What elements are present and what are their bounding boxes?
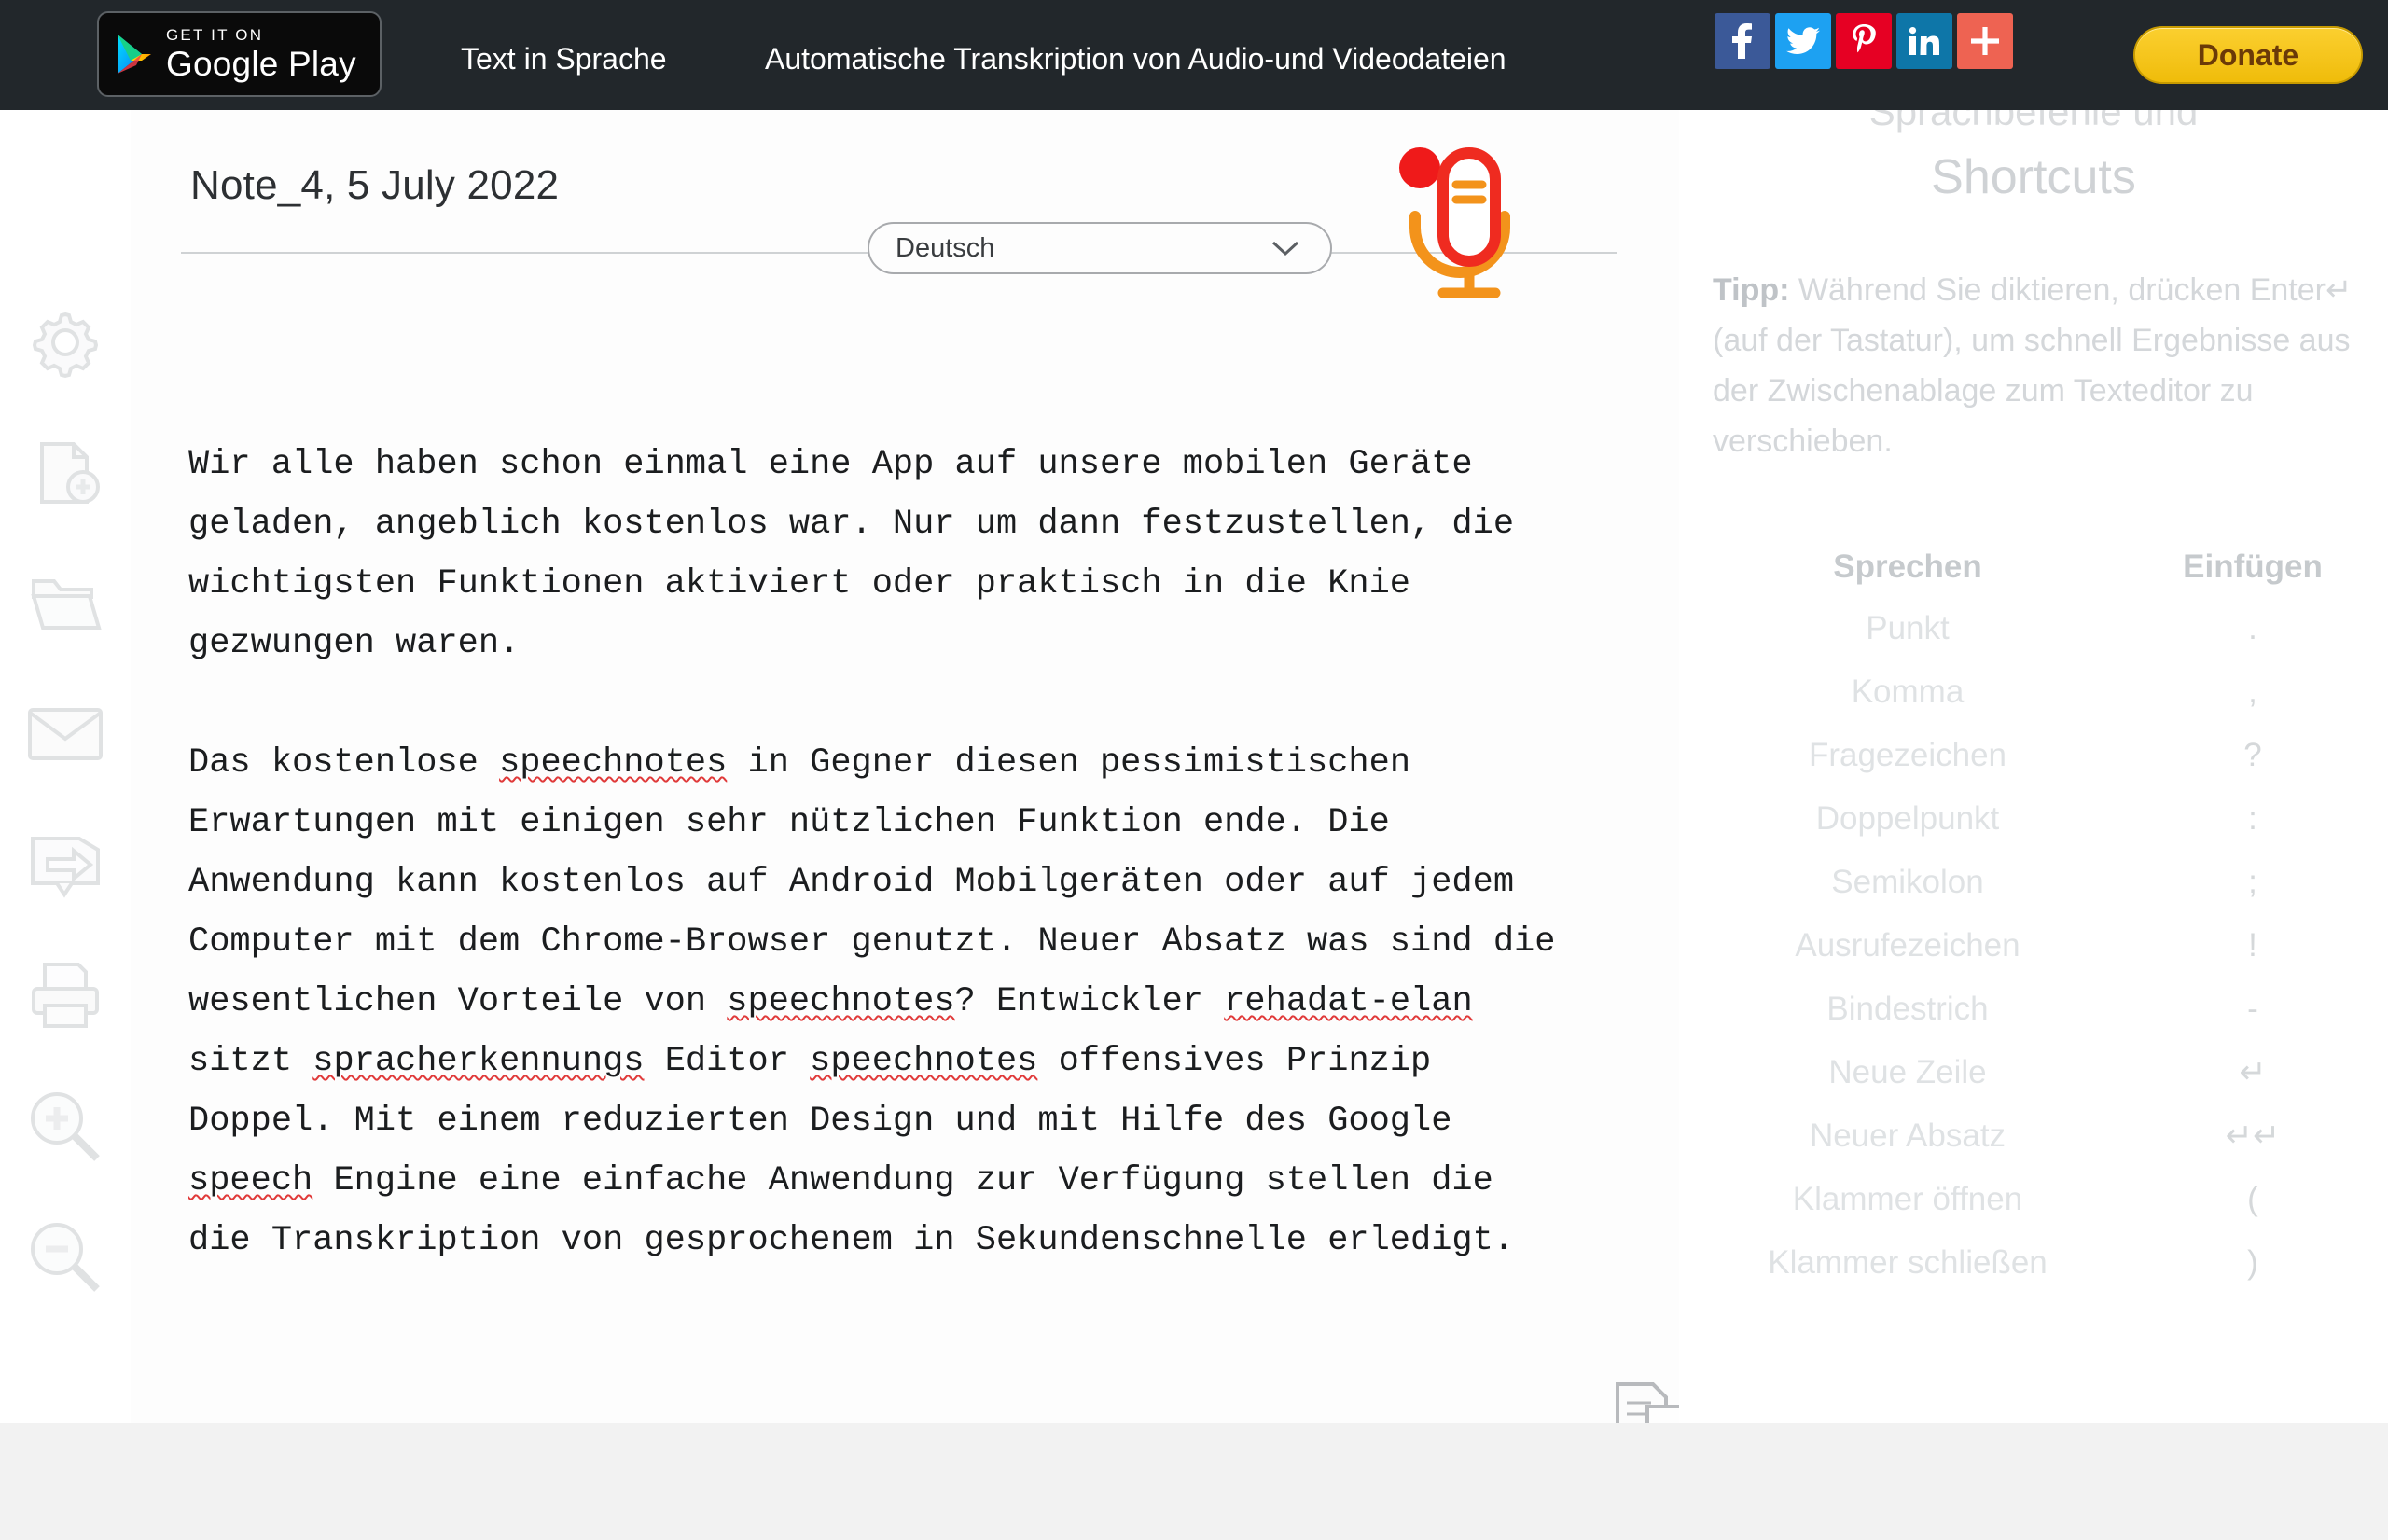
shortcut-inserted-char: ↵↵ [2225,1117,2281,1154]
language-select-wrapper: Deutsch [868,222,1332,274]
social-share-row [1715,13,2013,69]
shortcut-row: Ausrufezeichen! [1688,914,2379,978]
open-folder-icon[interactable] [24,567,106,640]
shortcut-phrase: Klammer schließen [1768,1244,2048,1281]
shortcut-inserted-char: ( [2247,1181,2258,1217]
misspelled-word[interactable]: speechnotes [499,743,727,783]
misspelled-word[interactable]: speechnotes [727,982,954,1021]
misspelled-word[interactable]: speechnotes [810,1042,1037,1081]
panel-heading-shortcuts: Shortcuts [1931,150,2136,204]
shortcut-phrase: Semikolon [1831,864,1984,900]
top-navigation-bar: GET IT ON Google Play Text in Sprache Au… [0,0,2388,110]
shortcut-row: Neue Zeile ↵ [1688,1041,2379,1104]
shortcut-inserted-char: ! [2248,927,2257,964]
shortcut-inserted-char: : [2248,800,2257,837]
shortcut-inserted-char: ? [2243,737,2262,773]
column-header-einfuegen: Einfügen [2183,548,2323,585]
tip-body: Während Sie diktieren, drücken Enter↵ (a… [1713,272,2353,459]
tip-label: Tipp: [1713,272,1790,308]
shortcuts-table: Sprechen Einfügen Punkt. Komma, Fragezeich… [1688,548,2379,1295]
shortcut-inserted-char: ; [2248,864,2257,900]
shortcut-inserted-char: - [2247,991,2258,1027]
printer-icon[interactable] [24,959,106,1032]
shortcuts-panel: Sprachbefehle und Shortcuts Tipp: Währen… [1679,110,2388,1423]
shortcut-phrase: Fragezeichen [1808,737,2007,773]
note-paragraph-1: Wir alle haben schon einmal eine App auf… [188,445,1535,663]
shortcut-phrase: Neue Zeile [1828,1054,1987,1090]
bottom-strip [0,1423,2388,1540]
shortcut-phrase: Neuer Absatz [1809,1117,2006,1154]
shortcut-inserted-char: , [2248,673,2257,710]
shortcut-phrase: Klammer öffnen [1792,1181,2023,1217]
shortcut-row: Semikolon; [1688,851,2379,914]
note-editor-pane: Note_4, 5 July 2022 Deutsch Wir alle hab… [131,110,1757,1500]
plus-share-icon[interactable] [1957,13,2013,69]
shortcut-row: Klammer schließen) [1688,1231,2379,1295]
tip-text-block: Tipp: Während Sie diktieren, drücken Ent… [1713,265,2358,466]
column-header-sprechen: Sprechen [1833,548,1982,585]
shortcut-row: Klammer öffnen ( [1688,1168,2379,1231]
left-tool-rail [0,110,131,1423]
note-paragraph-2: Das kostenlose speechnotes in Gegner die… [188,743,1576,1260]
shortcut-row: Neuer Absatz ↵↵ [1688,1104,2379,1168]
nav-link-text-in-sprache[interactable]: Text in Sprache [461,42,667,76]
magnifier-minus-icon[interactable] [24,1220,106,1293]
note-title[interactable]: Note_4, 5 July 2022 [190,162,559,209]
twitter-icon[interactable] [1775,13,1831,69]
linkedin-icon[interactable] [1896,13,1952,69]
shortcut-inserted-char: ↵ [2239,1054,2267,1090]
misspelled-word[interactable]: rehadat-elan [1224,982,1472,1021]
shortcut-phrase: Ausrufezeichen [1795,927,2020,964]
shortcut-phrase: Punkt [1866,610,1950,646]
shortcut-row: Doppelpunkt: [1688,787,2379,851]
export-arrow-icon[interactable] [24,828,106,901]
note-text-run: Editor [644,1042,811,1081]
envelope-icon[interactable] [24,698,106,770]
note-text-run: ? Entwickler [954,982,1225,1021]
misspelled-word[interactable]: spracherkennungs [312,1042,644,1081]
shortcut-row: Bindestrich - [1688,978,2379,1041]
google-play-triangle-icon [116,33,153,76]
gear-icon[interactable] [24,306,106,379]
note-text-run: Engine eine einfache Anwendung zur Verfü… [188,1161,1515,1260]
facebook-icon[interactable] [1715,13,1770,69]
panel-heading-cut-off: Sprachbefehle und [1868,110,2199,133]
donate-button[interactable]: Donate [2133,26,2363,84]
google-play-wordmark: Google Play [166,45,356,83]
google-play-badge[interactable]: GET IT ON Google Play [97,11,382,97]
shortcut-phrase: Komma [1851,673,1965,710]
shortcut-row: Punkt. [1688,597,2379,660]
google-play-get-it-on: GET IT ON [166,26,264,44]
shortcut-row: Komma, [1688,660,2379,724]
note-body-text[interactable]: Wir alle haben schon einmal eine App auf… [188,435,1560,1270]
misspelled-word[interactable]: speech [188,1161,312,1200]
shortcut-phrase: Doppelpunkt [1815,800,2000,837]
microphone-icon[interactable] [1385,138,1534,306]
shortcuts-table-header-row: Sprechen Einfügen [1688,548,2379,597]
note-text-run: Das kostenlose [188,743,500,783]
pinterest-icon[interactable] [1836,13,1892,69]
magnifier-plus-icon[interactable] [24,1089,106,1162]
nav-link-automatische-transkription[interactable]: Automatische Transkription von Audio-und… [765,42,1506,76]
shortcut-row: Fragezeichen? [1688,724,2379,787]
new-document-plus-icon[interactable] [24,437,106,509]
shortcut-inserted-char: ) [2247,1244,2258,1281]
note-text-run: in Gegner diesen pessimistischen Erwartu… [188,743,1576,1021]
speechnotes-app: GET IT ON Google Play Text in Sprache Au… [0,0,2388,1540]
language-select[interactable]: Deutsch [868,222,1332,274]
shortcut-phrase: Bindestrich [1826,991,1989,1027]
shortcut-inserted-char: . [2248,610,2257,646]
